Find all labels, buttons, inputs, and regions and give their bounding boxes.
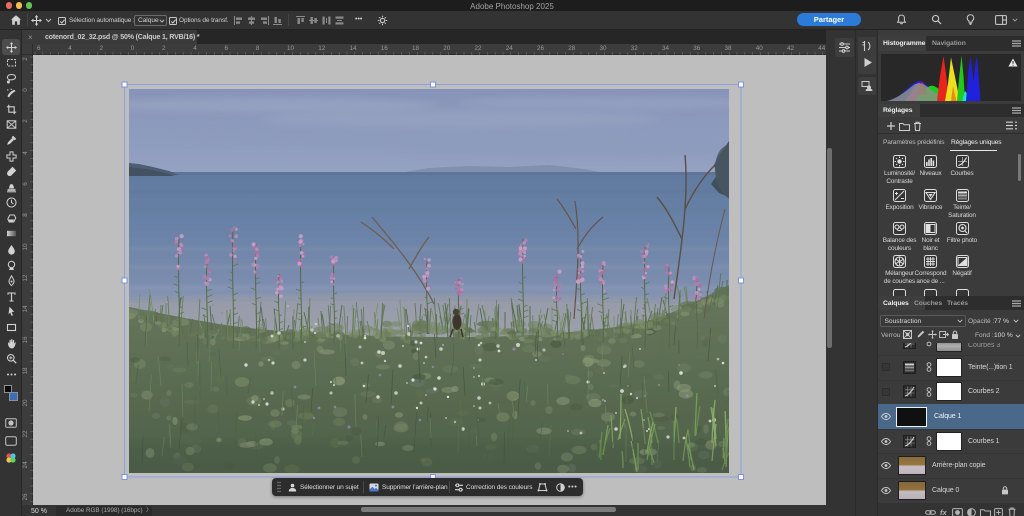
svg-text:22: 22 — [22, 430, 29, 438]
svg-text:26: 26 — [22, 493, 29, 501]
svg-text:16: 16 — [22, 336, 29, 344]
svg-text:4: 4 — [22, 151, 29, 155]
svg-text:12: 12 — [22, 274, 29, 282]
svg-text:6: 6 — [22, 182, 29, 186]
svg-text:2: 2 — [22, 57, 29, 61]
svg-text:0: 0 — [22, 88, 29, 92]
svg-text:10: 10 — [22, 243, 29, 251]
svg-text:20: 20 — [22, 399, 29, 407]
svg-text:8: 8 — [22, 213, 29, 217]
svg-text:14: 14 — [22, 305, 29, 313]
svg-text:18: 18 — [22, 367, 29, 375]
svg-text:24: 24 — [22, 461, 29, 469]
svg-text:2: 2 — [22, 119, 29, 123]
